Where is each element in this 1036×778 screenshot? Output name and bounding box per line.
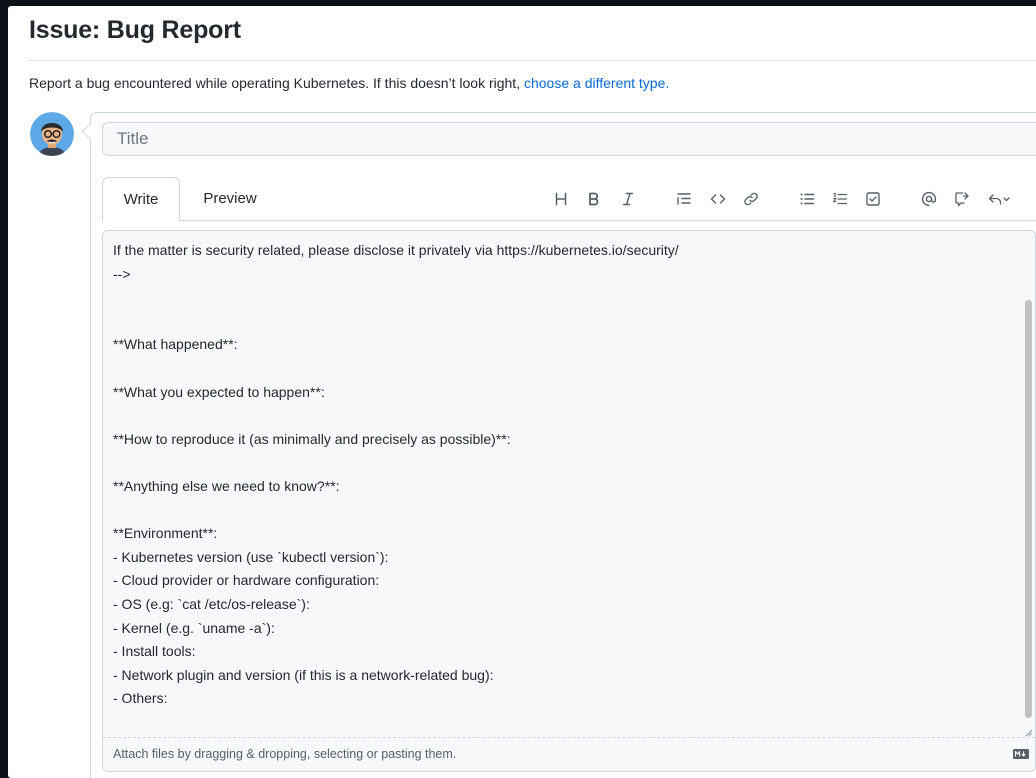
editor-line[interactable]: - Cloud provider or hardware configurati… (113, 569, 1015, 593)
editor-line[interactable]: **Environment**: (113, 522, 1015, 546)
editor-line[interactable]: **What you expected to happen**: (113, 381, 1015, 405)
task-list-icon[interactable] (861, 184, 885, 214)
editor-line[interactable] (113, 499, 1015, 523)
bold-icon[interactable] (582, 184, 606, 214)
markdown-icon[interactable] (1013, 749, 1029, 759)
editor-line[interactable]: - OS (e.g: `cat /etc/os-release`): (113, 593, 1015, 617)
editor-scrollbar[interactable] (1022, 232, 1034, 737)
editor-line[interactable] (113, 357, 1015, 381)
editor-line[interactable]: - Kubernetes version (use `kubectl versi… (113, 546, 1015, 570)
editor-line[interactable] (113, 310, 1015, 334)
title-input[interactable] (102, 122, 1036, 156)
tab-write[interactable]: Write (102, 177, 180, 222)
reply-icon[interactable] (983, 184, 1017, 214)
italic-icon[interactable] (616, 184, 640, 214)
editor-line[interactable]: --> (113, 263, 1015, 287)
avatar[interactable] (30, 112, 74, 156)
title-divider (29, 60, 1036, 61)
link-icon[interactable] (739, 184, 763, 214)
editor-line[interactable] (113, 451, 1015, 475)
editor-line[interactable]: - Network plugin and version (if this is… (113, 664, 1015, 688)
ordered-list-icon[interactable] (828, 184, 852, 214)
editor-line[interactable]: **Anything else we need to know?**: (113, 475, 1015, 499)
attach-files-bar[interactable]: Attach files by dragging & dropping, sel… (103, 737, 1035, 771)
avatar-image (30, 112, 74, 156)
unordered-list-icon[interactable] (795, 184, 819, 214)
template-description: Report a bug encountered while operating… (29, 75, 669, 91)
template-description-text: Report a bug encountered while operating… (29, 75, 524, 91)
comment-body-text[interactable]: If the matter is security related, pleas… (113, 239, 1015, 735)
code-icon[interactable] (706, 184, 730, 214)
quote-icon[interactable] (672, 184, 696, 214)
page-title: Issue: Bug Report (29, 16, 241, 44)
resize-grip-icon[interactable] (1023, 727, 1033, 737)
attach-files-text: Attach files by dragging & dropping, sel… (113, 747, 457, 761)
editor-line[interactable]: **What happened**: (113, 333, 1015, 357)
editor-line[interactable]: - Install tools: (113, 640, 1015, 664)
reference-icon[interactable] (950, 184, 974, 214)
choose-different-type-link[interactable]: choose a different type. (524, 75, 669, 91)
editor-line[interactable] (113, 404, 1015, 428)
editor-scrollbar-thumb[interactable] (1025, 300, 1032, 718)
issue-form-panel: Issue: Bug Report Report a bug encounter… (8, 6, 1036, 778)
heading-icon[interactable] (549, 184, 573, 214)
editor-line[interactable]: If the matter is security related, pleas… (113, 239, 1015, 263)
editor-line[interactable]: - Others: (113, 687, 1015, 711)
comment-body-editor[interactable]: If the matter is security related, pleas… (102, 230, 1036, 772)
mention-icon[interactable] (917, 184, 941, 214)
editor-line[interactable]: - Kernel (e.g. `uname -a`): (113, 617, 1015, 641)
editor-line[interactable]: **How to reproduce it (as minimally and … (113, 428, 1015, 452)
editor-line[interactable] (113, 286, 1015, 310)
